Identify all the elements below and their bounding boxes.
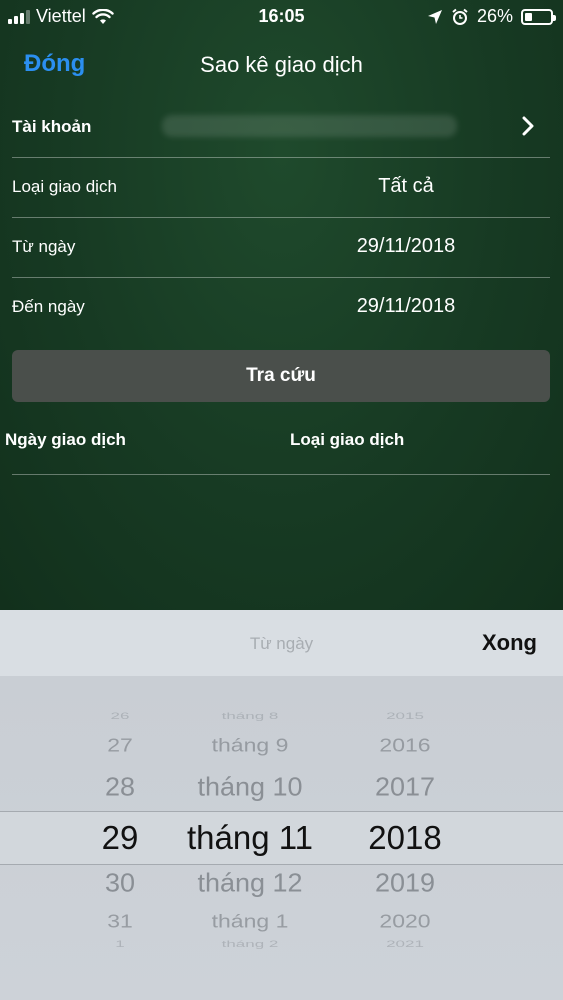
year-item[interactable]: 2016 [345, 735, 465, 757]
month-item[interactable]: tháng 10 [160, 773, 340, 802]
column-header-type: Loại giao dịch [290, 430, 405, 449]
page-title: Sao kê giao dịch [200, 52, 363, 77]
from-date-value: 29/11/2018 [356, 235, 456, 257]
date-picker-sheet: Từ ngày Xong 26 27 28 29 30 31 1 tháng 8 tháng … [0, 610, 563, 1000]
day-item[interactable]: 27 [70, 735, 170, 757]
month-item[interactable]: tháng 11 [160, 819, 340, 857]
picker-toolbar: Từ ngày Xong [0, 610, 563, 676]
transaction-type-value: Tất cả [378, 175, 434, 197]
statement-screen: Viettel 16:05 26% Đóng Sao kê giao dịch [0, 0, 563, 610]
column-header-date: Ngày giao dịch [5, 430, 126, 449]
battery-fill [525, 12, 532, 21]
location-arrow-icon [427, 9, 442, 24]
month-item[interactable]: tháng 2 [160, 939, 340, 950]
day-item[interactable]: 29 [70, 819, 170, 857]
year-item[interactable]: 2021 [345, 939, 465, 950]
to-date-value: 29/11/2018 [356, 295, 456, 317]
year-item[interactable]: 2018 [345, 819, 465, 857]
day-item[interactable]: 30 [70, 869, 170, 898]
account-label: Tài khoản [12, 117, 92, 136]
month-item[interactable]: tháng 1 [160, 911, 340, 933]
year-item[interactable]: 2019 [345, 869, 465, 898]
from-date-row[interactable]: Từ ngày 29/11/2018 [12, 217, 550, 278]
day-item[interactable]: 1 [70, 939, 170, 950]
account-number-blurred [162, 115, 457, 137]
month-column[interactable]: tháng 8 tháng 9 tháng 10 tháng 11 tháng 12 th… [160, 676, 340, 1000]
month-item[interactable]: tháng 9 [160, 735, 340, 757]
year-item[interactable]: 2017 [345, 773, 465, 802]
alarm-clock-icon [452, 8, 468, 25]
day-column[interactable]: 26 27 28 29 30 31 1 [70, 676, 170, 1000]
battery-icon [521, 8, 556, 25]
status-right: 26% [427, 6, 556, 27]
transaction-type-row[interactable]: Loại giao dịch Tất cả [12, 157, 550, 218]
month-item[interactable]: tháng 12 [160, 869, 340, 898]
to-date-row[interactable]: Đến ngày 29/11/2018 [12, 277, 550, 337]
chevron-right-icon [522, 116, 534, 136]
year-column[interactable]: 2015 2016 2017 2018 2019 2020 2021 [345, 676, 465, 1000]
day-item[interactable]: 28 [70, 773, 170, 802]
day-item[interactable]: 31 [70, 911, 170, 933]
year-item[interactable]: 2020 [345, 911, 465, 933]
month-item[interactable]: tháng 8 [160, 711, 340, 722]
search-button[interactable]: Tra cứu [12, 350, 550, 402]
done-button[interactable]: Xong [482, 630, 537, 656]
table-divider [12, 474, 550, 475]
picker-title: Từ ngày [249, 634, 314, 653]
status-bar: Viettel 16:05 26% [0, 0, 563, 34]
year-item[interactable]: 2015 [345, 711, 465, 722]
battery-percent: 26% [476, 6, 513, 26]
picker-wheel: 26 27 28 29 30 31 1 tháng 8 tháng 9 tháng 10 thán… [0, 676, 563, 1000]
day-item[interactable]: 26 [70, 711, 170, 722]
account-row[interactable]: Tài khoản [12, 97, 550, 158]
